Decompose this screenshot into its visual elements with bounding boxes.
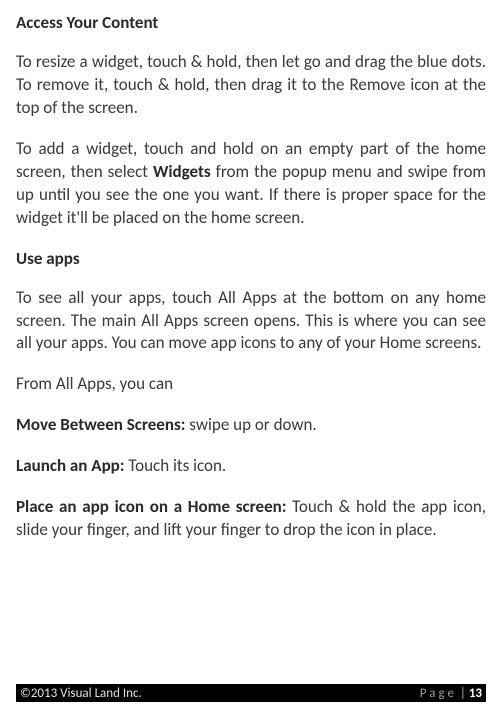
para-from-all-apps: From All Apps, you can [16,373,486,396]
move-between-screens-text: swipe up or down. [185,414,316,435]
para-launch-app: Launch an App: Touch its icon. [16,455,486,478]
footer-separator: | [457,686,469,701]
para-add-widget: To add a widget, touch and hold on an em… [16,138,486,230]
launch-app-text: Touch its icon. [125,455,227,476]
move-between-screens-bold: Move Between Screens: [16,414,185,435]
launch-app-bold: Launch an App: [16,455,125,476]
footer-copyright: ©2013 Visual Land Inc. [20,686,142,701]
para-move-between-screens: Move Between Screens: swipe up or down. [16,414,486,437]
para-place-app-icon: Place an app icon on a Home screen: Touc… [16,496,486,542]
para-all-apps: To see all your apps, touch All Apps at … [16,287,486,356]
footer-page-info: Page | 13 [420,686,482,701]
para-resize-widget: To resize a widget, touch & hold, then l… [16,51,486,120]
widgets-bold: Widgets [153,161,211,182]
heading-use-apps: Use apps [16,248,486,269]
page-footer: ©2013 Visual Land Inc. Page | 13 [16,684,486,702]
heading-access-content: Access Your Content [16,12,486,33]
footer-page-label: Page [420,686,457,701]
place-app-icon-bold: Place an app icon on a Home screen: [16,496,286,517]
footer-page-number: 13 [469,686,482,701]
